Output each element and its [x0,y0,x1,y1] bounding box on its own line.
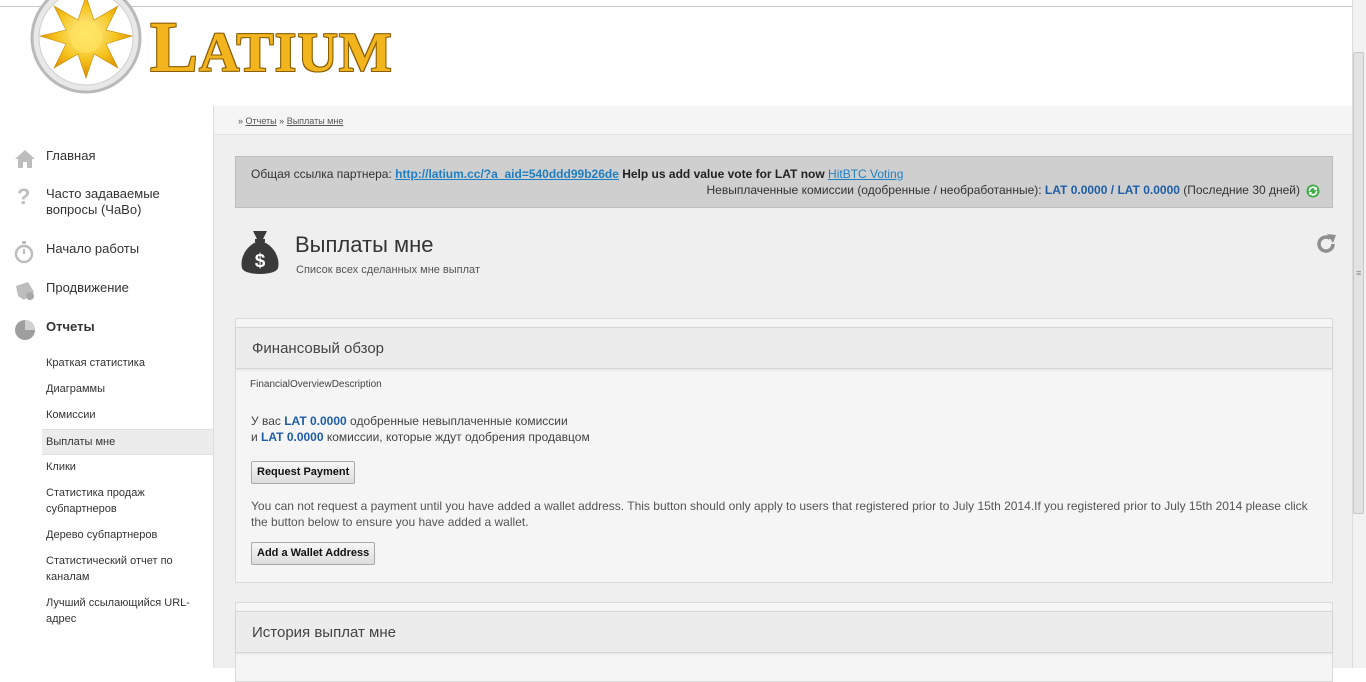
payout-history-panel: История выплат мне [235,602,1333,682]
pending-amount: LAT 0.0000 [1117,183,1180,197]
sidebar-item-getting-started[interactable]: Начало работы [14,239,210,265]
sidebar-subitem-quick-stats[interactable]: Краткая статистика [46,355,211,371]
page-scrollbar[interactable]: ≡ [1352,0,1366,668]
sidebar-subitem-commissions[interactable]: Комиссии [46,407,211,423]
financial-overview-title: Финансовый обзор [252,340,384,357]
financial-overview-description: FinancialOverviewDescription [250,379,382,390]
approved-summary-line: У вас LAT 0.0000 одобренные невыплаченны… [251,413,590,429]
breadcrumb-separator: » [238,116,244,126]
sidebar-item-label: Отчеты [46,319,95,334]
sidebar-item-reports[interactable]: Отчеты [14,317,210,343]
svg-text:$: $ [255,251,266,272]
sidebar-item-home[interactable]: Главная [14,146,210,172]
stopwatch-icon [14,239,46,265]
sidebar-item-promotion[interactable]: Продвижение [14,278,210,304]
home-icon [14,146,46,172]
breadcrumb: » Отчеты » Выплаты мне [238,116,343,126]
sidebar-item-label: Часто задаваемые вопросы (ЧаВо) [46,186,160,217]
page-subtitle: Список всех сделанных мне выплат [296,264,480,276]
summary-prefix: У вас [251,414,281,428]
breadcrumb-reports-link[interactable]: Отчеты [246,116,277,126]
breadcrumb-bar: » Отчеты » Выплаты мне [214,106,1354,135]
summary-prefix: и [251,430,258,444]
sidebar-subitem-clicks[interactable]: Клики [46,459,211,475]
summary-suffix: одобренные невыплаченные комиссии [350,414,568,428]
payout-history-header: История выплат мне [236,611,1332,653]
question-icon: ? [14,184,46,210]
sidebar-subitem-subaffiliate-tree[interactable]: Дерево субпартнеров [46,527,211,543]
approved-amount: LAT 0.0000 [1044,183,1108,197]
scrollbar-thumb[interactable] [1353,52,1364,514]
wallet-notice: You can not request a payment until you … [251,499,1308,529]
pie-chart-icon [14,317,46,343]
vote-help-text: Help us add value vote for LAT now [622,167,825,181]
sidebar-item-label: Продвижение [46,280,129,295]
sidebar-subitem-charts[interactable]: Диаграммы [46,381,211,397]
logo-wordmark: LATIUM [150,7,393,87]
scrollbar-grip-icon: ≡ [1356,268,1362,278]
main-content: » Отчеты » Выплаты мне Общая ссылка парт… [213,106,1354,682]
sidebar-item-label: Главная [46,148,96,163]
sidebar: Главная ? Часто задаваемые вопросы (ЧаВо… [0,106,213,668]
financial-overview-header: Финансовый обзор [236,327,1332,369]
page-title: Выплаты мне [295,232,434,257]
sidebar-item-faq[interactable]: ? Часто задаваемые вопросы (ЧаВо) [14,184,210,218]
site-logo[interactable]: LATIUM [28,0,448,100]
affiliate-link-label: Общая ссылка партнера: [251,167,392,181]
pending-approval-amount: LAT 0.0000 [261,430,324,444]
period-label: (Последние 30 дней) [1183,183,1300,197]
affiliate-link[interactable]: http://latium.cc/?a_aid=540ddd99b26de [395,167,619,181]
affiliate-info-bar: Общая ссылка партнера: http://latium.cc/… [235,156,1333,208]
sidebar-subitem-top-referring-url[interactable]: Лучший ссылающийся URL-адрес [46,595,211,627]
page-header: $ Выплаты мне Список всех сделанных мне … [238,228,1338,288]
hitbtc-voting-link[interactable]: HitBTC Voting [828,167,903,181]
sidebar-subitem-payouts[interactable]: Выплаты мне [42,429,213,455]
breadcrumb-payouts-link[interactable]: Выплаты мне [287,116,344,126]
financial-overview-panel: Финансовый обзор FinancialOverviewDescri… [235,318,1333,583]
amount-separator: / [1110,183,1115,197]
sidebar-item-label: Начало работы [46,241,140,256]
sidebar-subitem-subaffiliate-sales[interactable]: Статистика продаж субпартнеров [46,485,211,517]
sidebar-subitem-channel-report[interactable]: Статистический отчет по каналам [46,553,211,585]
promotion-icon [14,278,46,304]
reload-icon[interactable] [1314,232,1338,261]
financial-summary: У вас LAT 0.0000 одобренные невыплаченны… [251,413,590,445]
logo-sun-badge-icon [30,0,142,94]
breadcrumb-separator: » [279,116,285,126]
unpaid-commissions-line: Невыплаченные комиссии (одобренные / нео… [707,183,1301,197]
unpaid-commissions-label: Невыплаченные комиссии (одобренные / нео… [706,183,1042,197]
refresh-commissions-icon[interactable] [1306,184,1320,201]
money-bag-icon: $ [238,228,282,283]
approved-unpaid-amount: LAT 0.0000 [284,414,347,428]
summary-suffix: комиссии, которые ждут одобрения продавц… [326,430,590,444]
pending-summary-line: и LAT 0.0000 комиссии, которые ждут одоб… [251,429,590,445]
payout-history-title: История выплат мне [252,624,396,641]
request-payment-button[interactable]: Request Payment [251,461,356,484]
svg-text:?: ? [17,185,30,209]
add-wallet-button[interactable]: Add a Wallet Address [251,542,376,565]
affiliate-link-line: Общая ссылка партнера: http://latium.cc/… [251,167,903,181]
